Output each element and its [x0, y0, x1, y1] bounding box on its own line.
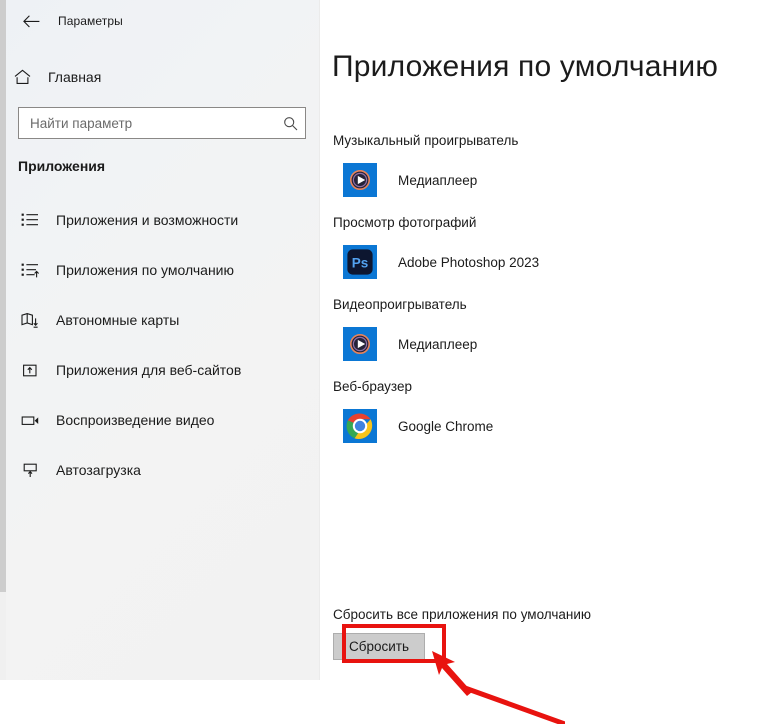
app-name: Google Chrome — [398, 418, 494, 434]
page-title: Приложения по умолчанию — [332, 50, 719, 83]
sidebar-item-default-apps[interactable]: Приложения по умолчанию — [0, 255, 320, 285]
sidebar-item-label: Воспроизведение видео — [56, 412, 215, 428]
video-playback-icon — [18, 409, 42, 431]
sidebar-home-label: Главная — [48, 69, 102, 85]
sidebar-item-home[interactable]: Главная — [0, 61, 300, 93]
media-player-icon — [343, 327, 377, 361]
reset-section: Сбросить все приложения по умолчанию Сбр… — [333, 607, 753, 660]
app-name: Медиаплеер — [398, 172, 478, 188]
default-app-group-music: Музыкальный проигрыватель Медиаплеер — [333, 133, 763, 199]
home-icon — [14, 69, 40, 85]
sidebar-item-label: Приложения и возможности — [56, 212, 239, 228]
media-player-icon — [343, 163, 377, 197]
default-app-group-photos: Просмотр фотографий Ps Adobe Photoshop 2… — [333, 215, 763, 281]
apps-list-icon — [18, 209, 42, 231]
group-label: Веб-браузер — [333, 379, 412, 394]
svg-text:Ps: Ps — [352, 255, 369, 270]
default-apps-icon — [18, 259, 42, 281]
search-input[interactable] — [19, 108, 275, 138]
default-app-selector-video[interactable]: Медиаплеер — [343, 325, 763, 363]
search-box[interactable] — [18, 107, 306, 139]
apps-for-websites-icon — [18, 359, 42, 381]
sidebar-item-label: Автозагрузка — [56, 462, 141, 478]
search-icon[interactable] — [275, 116, 305, 131]
sidebar-item-apps-for-websites[interactable]: Приложения для веб-сайтов — [0, 355, 320, 385]
sidebar-scrollbar[interactable] — [0, 0, 6, 680]
sidebar-item-offline-maps[interactable]: Автономные карты — [0, 305, 320, 335]
sidebar-section-title: Приложения — [18, 158, 106, 174]
back-arrow-icon — [22, 14, 39, 27]
offline-maps-icon — [18, 309, 42, 331]
default-apps-list: Музыкальный проигрыватель Медиаплеер Про… — [333, 133, 763, 461]
chrome-icon — [343, 409, 377, 443]
sidebar: Параметры Главная Приложения — [0, 0, 320, 680]
app-name: Медиаплеер — [398, 336, 478, 352]
sidebar-scrollbar-thumb[interactable] — [0, 0, 6, 592]
sidebar-item-label: Приложения для веб-сайтов — [56, 362, 242, 378]
settings-window: Параметры Главная Приложения — [0, 0, 781, 724]
group-label: Музыкальный проигрыватель — [333, 133, 519, 148]
sidebar-item-label: Автономные карты — [56, 312, 180, 328]
sidebar-item-startup[interactable]: Автозагрузка — [0, 455, 320, 485]
photoshop-icon: Ps — [343, 245, 377, 279]
reset-label: Сбросить все приложения по умолчанию — [333, 607, 592, 622]
sidebar-nav: Приложения и возможности Приложения по у… — [0, 205, 320, 505]
window-title: Параметры — [58, 14, 123, 28]
default-app-selector-photos[interactable]: Ps Adobe Photoshop 2023 — [343, 243, 763, 281]
group-label: Просмотр фотографий — [333, 215, 477, 230]
sidebar-item-label: Приложения по умолчанию — [56, 262, 234, 278]
main-content: Приложения по умолчанию Музыкальный прои… — [320, 0, 781, 680]
sidebar-item-apps-and-features[interactable]: Приложения и возможности — [0, 205, 320, 235]
titlebar: Параметры — [0, 0, 320, 42]
startup-icon — [18, 459, 42, 481]
default-app-selector-music[interactable]: Медиаплеер — [343, 161, 763, 199]
back-button[interactable] — [10, 4, 52, 38]
sidebar-item-video-playback[interactable]: Воспроизведение видео — [0, 405, 320, 435]
group-label: Видеопроигрыватель — [333, 297, 467, 312]
default-app-selector-browser[interactable]: Google Chrome — [343, 407, 763, 445]
reset-button[interactable]: Сбросить — [333, 633, 425, 660]
default-app-group-browser: Веб-браузер Google Chrome — [333, 379, 763, 445]
app-name: Adobe Photoshop 2023 — [398, 254, 540, 270]
default-app-group-video: Видеопроигрыватель Медиаплеер — [333, 297, 763, 363]
